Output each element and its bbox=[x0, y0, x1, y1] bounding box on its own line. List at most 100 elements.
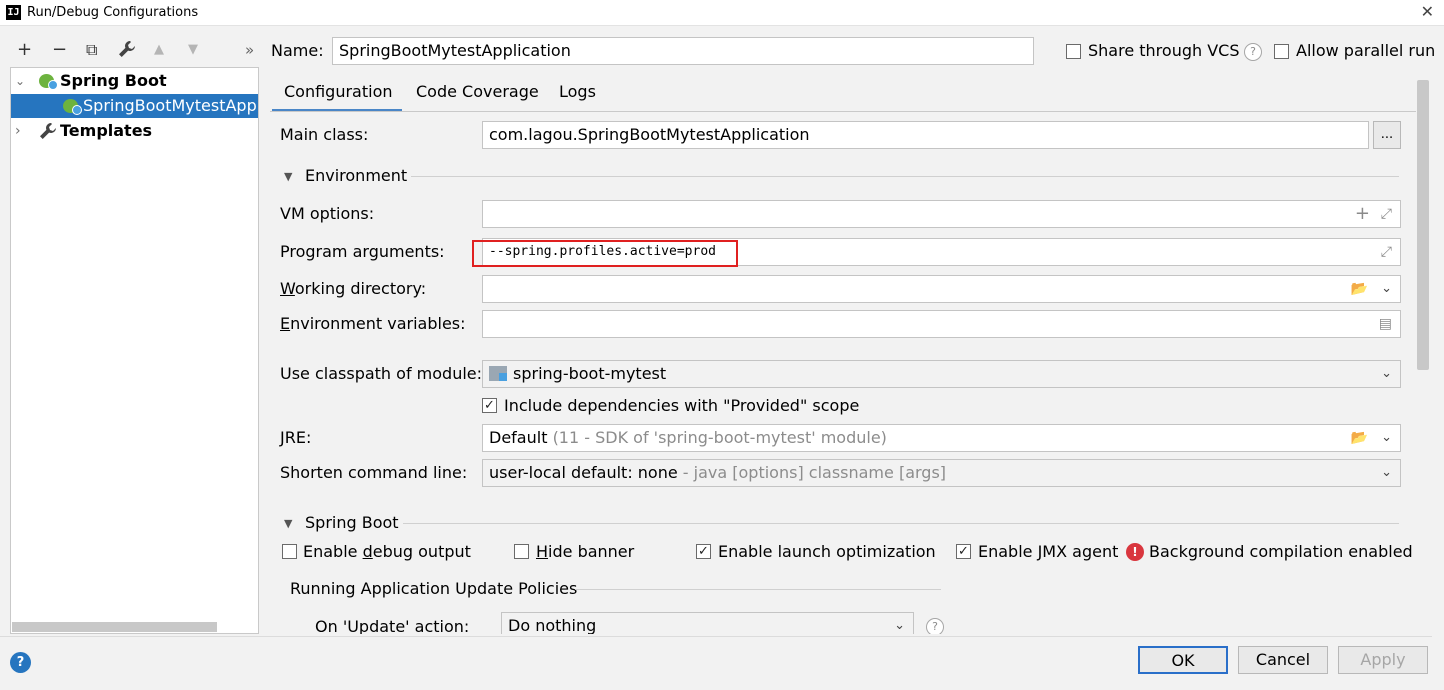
horizontal-scrollbar[interactable] bbox=[12, 622, 217, 632]
clipped-row: On 'Update' action: Do nothing ⌄ ? bbox=[270, 610, 1416, 634]
collapse-triangle-icon[interactable]: ▼ bbox=[284, 517, 292, 530]
add-icon[interactable]: + bbox=[17, 40, 32, 60]
footer-divider bbox=[0, 636, 1432, 637]
remove-icon[interactable]: − bbox=[52, 40, 67, 60]
spring-boot-icon bbox=[39, 74, 58, 90]
jre-hint: (11 - SDK of 'spring-boot-mytest' module… bbox=[552, 428, 887, 447]
tab-divider bbox=[270, 111, 1416, 112]
environment-section-title: Environment bbox=[305, 166, 408, 185]
allow-parallel-label: Allow parallel run bbox=[1296, 41, 1436, 60]
tree-item-label: Spring Boot bbox=[60, 71, 167, 90]
tree-item-templates[interactable]: › Templates bbox=[11, 119, 258, 143]
tree-item-springbootmytestapplication[interactable]: SpringBootMytestApplication bbox=[11, 94, 258, 118]
shorten-command-line-label: Shorten command line: bbox=[280, 463, 468, 482]
enable-debug-label: Enable debug output bbox=[303, 542, 471, 561]
folder-icon[interactable]: 📂 bbox=[1351, 425, 1368, 451]
run-debug-dialog: IJ Run/Debug Configurations ✕ + − ⧉ ▲ ▼ … bbox=[0, 0, 1444, 690]
shorten-value: user-local default: none bbox=[489, 463, 678, 482]
launch-optimization-label: Enable launch optimization bbox=[718, 542, 936, 561]
apply-button[interactable]: Apply bbox=[1338, 646, 1428, 674]
chevron-down-icon[interactable]: ⌄ bbox=[1381, 361, 1392, 387]
chevron-down-icon[interactable]: ⌄ bbox=[15, 69, 25, 93]
name-input[interactable]: SpringBootMytestApplication bbox=[332, 37, 1034, 65]
vm-options-label: VM options: bbox=[280, 204, 375, 223]
spring-boot-app-icon bbox=[63, 99, 82, 115]
section-divider bbox=[575, 589, 941, 590]
environment-variables-input[interactable]: ▤ bbox=[482, 310, 1401, 338]
chevron-down-icon[interactable]: ⌄ bbox=[1381, 460, 1392, 486]
ok-button[interactable]: OK bbox=[1138, 646, 1228, 674]
jmx-agent-checkbox[interactable]: ✓ bbox=[956, 544, 971, 559]
classpath-module-value: spring-boot-mytest bbox=[513, 364, 667, 383]
include-deps-checkbox[interactable]: ✓ bbox=[482, 398, 497, 413]
cancel-button[interactable]: Cancel bbox=[1238, 646, 1328, 674]
document-icon[interactable]: ▤ bbox=[1379, 311, 1392, 337]
on-update-value: Do nothing bbox=[508, 616, 597, 634]
expand-icon[interactable]: ⤢ bbox=[1381, 201, 1392, 227]
share-vcs-label: Share through VCS bbox=[1088, 41, 1240, 60]
help-icon[interactable]: ? bbox=[10, 652, 31, 673]
arrow-up-icon[interactable]: ▲ bbox=[154, 40, 164, 60]
jmx-agent-label: Enable JMX agent bbox=[978, 542, 1119, 561]
vertical-scrollbar[interactable] bbox=[1417, 80, 1429, 370]
tree-item-label: Templates bbox=[60, 121, 153, 140]
include-deps-label: Include dependencies with "Provided" sco… bbox=[504, 396, 860, 415]
wrench-icon[interactable] bbox=[118, 40, 136, 63]
program-arguments-label: Program arguments: bbox=[280, 242, 445, 261]
vm-options-input[interactable]: + ⤢ bbox=[482, 200, 1401, 228]
intellij-logo-icon: IJ bbox=[6, 5, 21, 20]
shorten-command-line-select[interactable]: user-local default: none - java [options… bbox=[482, 459, 1401, 487]
chevron-down-icon[interactable]: ⌄ bbox=[1381, 276, 1392, 302]
plus-icon[interactable]: + bbox=[1355, 201, 1370, 227]
expand-icon[interactable]: ⤢ bbox=[1381, 239, 1392, 265]
working-directory-input[interactable]: 📂 ⌄ bbox=[482, 275, 1401, 303]
tab-code-coverage[interactable]: Code Coverage bbox=[416, 82, 539, 101]
jre-label: JRE: bbox=[280, 428, 312, 447]
enable-debug-checkbox[interactable] bbox=[282, 544, 297, 559]
working-directory-label: Working directory: bbox=[280, 279, 427, 298]
environment-variables-label: Environment variables: bbox=[280, 314, 466, 333]
jre-value: Default bbox=[489, 428, 548, 447]
tab-logs[interactable]: Logs bbox=[559, 82, 596, 101]
name-label: Name: bbox=[271, 41, 324, 60]
jre-select[interactable]: Default (11 - SDK of 'spring-boot-mytest… bbox=[482, 424, 1401, 452]
window-title: Run/Debug Configurations bbox=[27, 5, 199, 20]
chevron-down-icon[interactable]: ⌄ bbox=[894, 613, 905, 634]
configuration-tree: ⌄ Spring Boot SpringBootMytestApplicatio… bbox=[10, 67, 259, 634]
on-update-label: On 'Update' action: bbox=[315, 617, 470, 634]
help-icon[interactable]: ? bbox=[926, 618, 944, 634]
on-update-select[interactable]: Do nothing ⌄ bbox=[501, 612, 914, 634]
main-class-label: Main class: bbox=[280, 125, 369, 144]
browse-main-class-button[interactable]: ... bbox=[1373, 121, 1401, 149]
spring-boot-section-title: Spring Boot bbox=[305, 513, 399, 532]
module-icon bbox=[489, 366, 507, 381]
section-divider bbox=[411, 176, 1399, 177]
help-icon[interactable]: ? bbox=[1244, 43, 1262, 61]
chevron-down-icon[interactable]: ⌄ bbox=[1381, 425, 1392, 451]
error-icon: ! bbox=[1126, 543, 1144, 561]
highlight-annotation-box bbox=[472, 240, 738, 267]
wrench-icon bbox=[39, 122, 57, 143]
close-icon[interactable]: ✕ bbox=[1421, 3, 1434, 21]
hide-banner-label: Hide banner bbox=[536, 542, 635, 561]
section-divider bbox=[403, 523, 1399, 524]
tree-item-label: SpringBootMytestApplication bbox=[83, 96, 258, 115]
update-policies-title: Running Application Update Policies bbox=[290, 579, 578, 598]
main-class-input[interactable]: com.lagou.SpringBootMytestApplication bbox=[482, 121, 1369, 149]
collapse-triangle-icon[interactable]: ▼ bbox=[284, 170, 292, 183]
share-vcs-checkbox[interactable] bbox=[1066, 44, 1081, 59]
tab-configuration[interactable]: Configuration bbox=[284, 82, 393, 101]
tree-item-spring-boot[interactable]: ⌄ Spring Boot bbox=[11, 69, 258, 93]
arrow-down-icon[interactable]: ▼ bbox=[188, 40, 198, 60]
hide-banner-checkbox[interactable] bbox=[514, 544, 529, 559]
launch-optimization-checkbox[interactable]: ✓ bbox=[696, 544, 711, 559]
folder-icon[interactable]: 📂 bbox=[1351, 276, 1368, 302]
chevron-right-icon[interactable]: › bbox=[15, 119, 21, 143]
title-bar: IJ Run/Debug Configurations ✕ bbox=[0, 0, 1444, 26]
copy-icon[interactable]: ⧉ bbox=[86, 40, 97, 60]
shorten-hint: - java [options] classname [args] bbox=[682, 463, 947, 482]
more-icon[interactable]: » bbox=[245, 40, 254, 60]
classpath-module-label: Use classpath of module: bbox=[280, 364, 483, 383]
allow-parallel-checkbox[interactable] bbox=[1274, 44, 1289, 59]
classpath-module-select[interactable]: spring-boot-mytest ⌄ bbox=[482, 360, 1401, 388]
